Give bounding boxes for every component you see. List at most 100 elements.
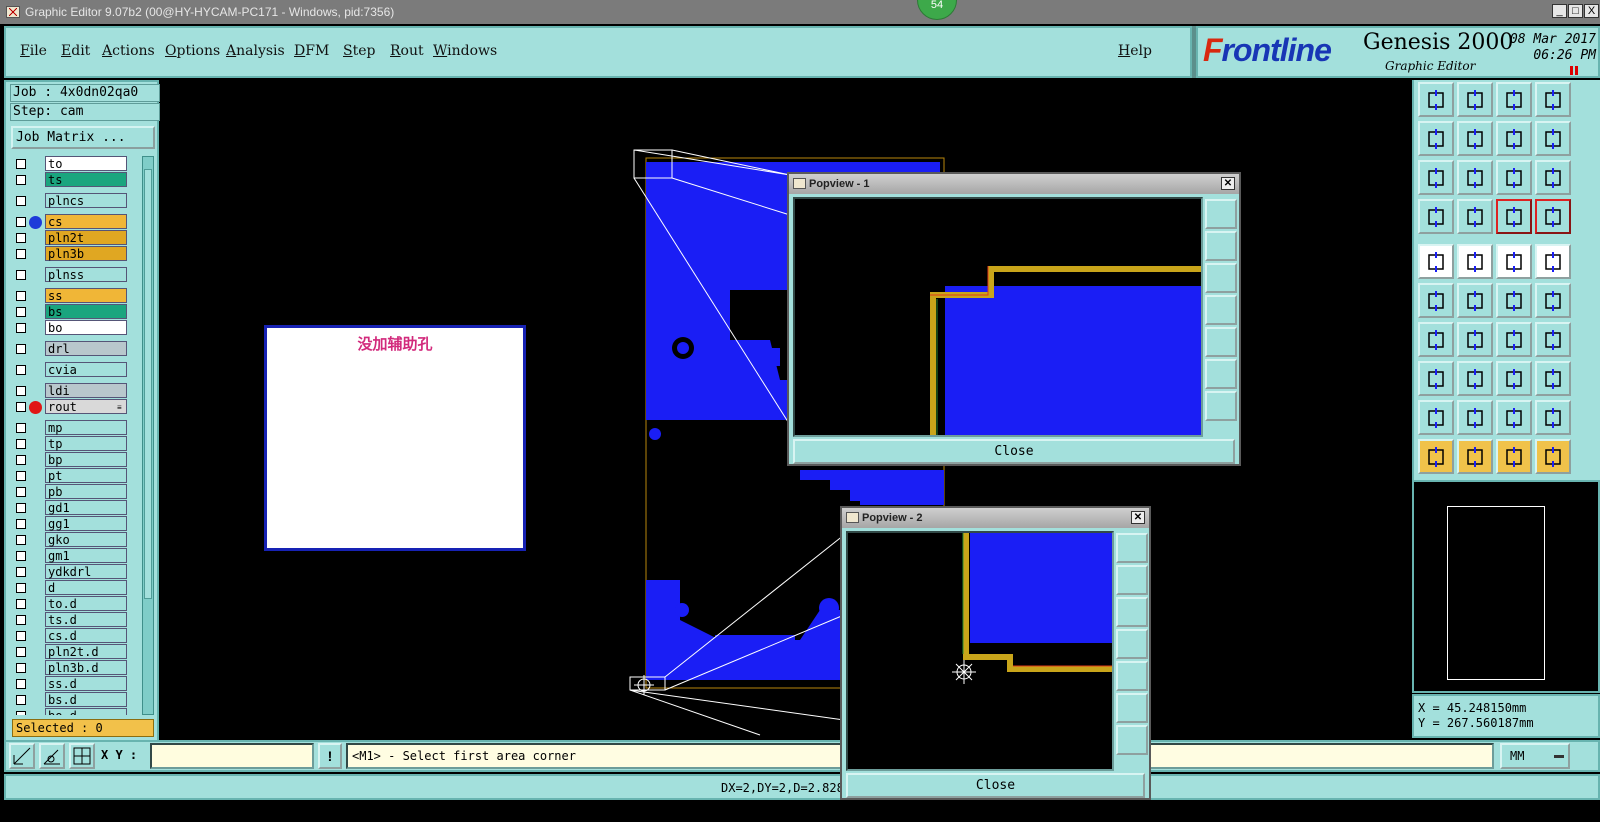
layer-row[interactable]: d xyxy=(12,580,140,596)
layer-name[interactable]: cs.d xyxy=(45,628,127,643)
move-icon[interactable] xyxy=(1496,283,1532,318)
layer-checkbox[interactable] xyxy=(16,503,26,513)
layer-row[interactable]: to.d xyxy=(12,596,140,612)
layer-blue-icon[interactable] xyxy=(1535,199,1571,234)
arc-icon[interactable] xyxy=(1457,322,1493,357)
home-icon[interactable] xyxy=(1496,82,1532,117)
pan-left-icon[interactable] xyxy=(1116,629,1148,659)
layer-checkbox[interactable] xyxy=(16,159,26,169)
layer-checkbox[interactable] xyxy=(16,599,26,609)
layer-name[interactable]: to.d xyxy=(45,596,127,611)
zoom-in-icon[interactable] xyxy=(1418,82,1454,117)
layer-name[interactable]: pln3b.d xyxy=(45,660,127,675)
select-add-icon[interactable] xyxy=(1457,439,1493,474)
layer-name[interactable]: ts xyxy=(45,172,127,187)
scrollbar-thumb[interactable] xyxy=(144,169,152,599)
layer-name[interactable]: to xyxy=(45,156,127,171)
layer-row[interactable]: gd1 xyxy=(12,500,140,516)
layer-name[interactable]: ts.d xyxy=(45,612,127,627)
layer-checkbox[interactable] xyxy=(16,567,26,577)
add-pad-icon[interactable] xyxy=(1418,244,1454,279)
pan-right-icon[interactable] xyxy=(1457,121,1493,156)
popview-2-titlebar[interactable]: Popview - 2 ✕ xyxy=(842,508,1149,528)
popview-2-close-button[interactable]: Close xyxy=(846,773,1145,798)
layer-checkbox[interactable] xyxy=(16,455,26,465)
a-up-icon[interactable] xyxy=(1496,400,1532,435)
snap-mode-icon[interactable] xyxy=(9,743,35,769)
layer-row[interactable]: pln2t xyxy=(12,230,140,246)
layer-checkbox[interactable] xyxy=(16,307,26,317)
pan-right-icon[interactable] xyxy=(1116,661,1148,691)
zoom-out-icon[interactable] xyxy=(1457,82,1493,117)
menu-options[interactable]: Options xyxy=(165,43,220,59)
layer-name[interactable]: ydkdrl xyxy=(45,564,127,579)
menu-help[interactable]: Help xyxy=(1118,43,1152,59)
layer-checkbox[interactable] xyxy=(16,323,26,333)
arrow-up-icon[interactable] xyxy=(1457,400,1493,435)
layer-name[interactable]: bo.d xyxy=(45,708,127,715)
layer-checkbox[interactable] xyxy=(16,631,26,641)
layer-checkbox[interactable] xyxy=(16,519,26,529)
cross-icon[interactable] xyxy=(1457,283,1493,318)
layer-row[interactable]: pln3b.d xyxy=(12,660,140,676)
layer-row[interactable]: cs.d xyxy=(12,628,140,644)
triangle-icon[interactable] xyxy=(1418,400,1454,435)
layer-name[interactable]: bs xyxy=(45,304,127,319)
layer-name[interactable]: cvia xyxy=(45,362,127,377)
layer-name[interactable]: pln2t xyxy=(45,230,127,245)
layer-row[interactable]: tp xyxy=(12,436,140,452)
warning-button[interactable]: ! xyxy=(318,743,342,769)
layer-row[interactable]: bs.d xyxy=(12,692,140,708)
layer-row[interactable]: bp xyxy=(12,452,140,468)
layer-name[interactable]: drl xyxy=(45,341,127,356)
layer-checkbox[interactable] xyxy=(16,217,26,227)
layer-name[interactable]: tp xyxy=(45,436,127,451)
popview-1-view[interactable] xyxy=(793,197,1203,437)
select-box-icon[interactable] xyxy=(1418,361,1454,396)
layer-row[interactable]: pln3b xyxy=(12,246,140,262)
fill-icon[interactable] xyxy=(1535,244,1571,279)
a-right-icon[interactable] xyxy=(1535,400,1571,435)
menu-step[interactable]: Step xyxy=(343,43,375,59)
layer-red-icon[interactable] xyxy=(1496,199,1532,234)
add-line-icon[interactable] xyxy=(1457,244,1493,279)
layer-checkbox[interactable] xyxy=(16,711,26,715)
layer-checkbox[interactable] xyxy=(16,249,26,259)
redraw-icon[interactable] xyxy=(1496,121,1532,156)
menu-analysis[interactable]: Analysis xyxy=(226,43,285,59)
layer-name[interactable]: plncs xyxy=(45,193,127,208)
layer-name[interactable]: gg1 xyxy=(45,516,127,531)
zoom-in-icon[interactable] xyxy=(1205,199,1237,229)
layer-checkbox[interactable] xyxy=(16,270,26,280)
snap-icon[interactable] xyxy=(1535,121,1571,156)
job-matrix-button[interactable]: Job Matrix ... xyxy=(11,126,155,149)
layer-row[interactable]: mp xyxy=(12,420,140,436)
layer-checkbox[interactable] xyxy=(16,291,26,301)
layer-name[interactable]: pln3b xyxy=(45,246,127,261)
layer-row[interactable]: ts.d xyxy=(12,612,140,628)
pan-down-icon[interactable] xyxy=(1116,597,1148,627)
pause-icon[interactable] xyxy=(1570,66,1578,75)
layer-row[interactable]: ss.d xyxy=(12,676,140,692)
popview-1-titlebar[interactable]: Popview - 1 ✕ xyxy=(789,174,1239,194)
layer-checkbox[interactable] xyxy=(16,233,26,243)
menu-file[interactable]: File xyxy=(20,43,47,59)
layer-name[interactable]: d xyxy=(45,580,127,595)
layer-name[interactable]: bo xyxy=(45,320,127,335)
help-icon[interactable] xyxy=(1535,160,1571,195)
layer-row[interactable]: cvia xyxy=(12,362,140,378)
layer-row[interactable]: to xyxy=(12,156,140,172)
layer-row[interactable]: rout ≡ xyxy=(12,399,140,415)
layer-row[interactable]: pln2t.d xyxy=(12,644,140,660)
layer-checkbox[interactable] xyxy=(16,196,26,206)
zoom-home-icon[interactable] xyxy=(1116,725,1148,755)
xy-input[interactable] xyxy=(150,743,314,769)
layer-name[interactable]: gko xyxy=(45,532,127,547)
pad-icon[interactable] xyxy=(1457,199,1493,234)
overview-map[interactable] xyxy=(1412,480,1600,693)
menu-actions[interactable]: Actions xyxy=(102,43,155,59)
units-select[interactable]: MM xyxy=(1500,743,1570,769)
pan-up-icon[interactable] xyxy=(1205,231,1237,261)
angle-icon[interactable] xyxy=(1418,322,1454,357)
layer-checkbox[interactable] xyxy=(16,679,26,689)
